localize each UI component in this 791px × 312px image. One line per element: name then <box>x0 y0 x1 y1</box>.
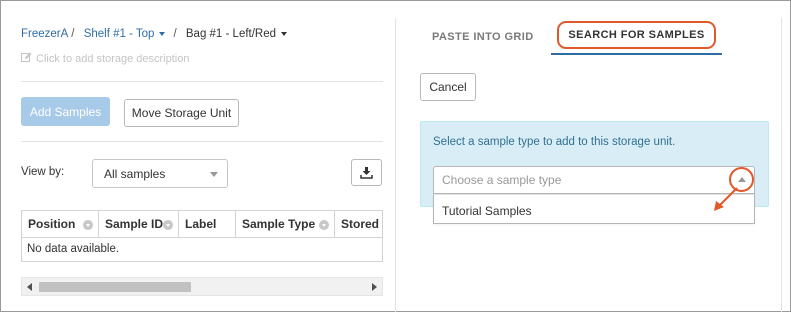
grid-header: Position Sample ID Label Sample Type Sto… <box>22 211 382 238</box>
breadcrumb-bag[interactable]: Bag #1 - Left/Red <box>185 28 288 40</box>
column-header-label: Stored Am <box>341 217 382 231</box>
breadcrumb-bag-label: Bag #1 - Left/Red <box>185 28 277 40</box>
column-header-label[interactable]: Label <box>179 211 236 237</box>
breadcrumb-shelf[interactable]: Shelf #1 - Top <box>84 28 166 40</box>
panel-border <box>781 18 782 312</box>
caret-down-icon <box>210 171 218 177</box>
sample-type-placeholder: Choose a sample type <box>442 173 562 187</box>
breadcrumb: FreezerA / Shelf #1 - Top / Bag #1 - Left/… <box>21 28 288 40</box>
scroll-right-icon[interactable] <box>372 283 377 291</box>
samples-grid: Position Sample ID Label Sample Type Sto… <box>21 210 383 262</box>
move-storage-unit-button[interactable]: Move Storage Unit <box>124 99 239 127</box>
horizontal-scrollbar[interactable] <box>21 277 383 296</box>
storage-description[interactable]: Click to add storage description <box>21 52 189 65</box>
pencil-square-icon <box>21 52 32 62</box>
grid-empty-message: No data available. <box>27 243 120 255</box>
column-header-label: Label <box>185 217 217 231</box>
column-header-sample-id[interactable]: Sample ID <box>99 211 179 237</box>
divider <box>21 141 383 142</box>
view-by-label: View by: <box>21 166 65 178</box>
download-icon <box>360 167 373 179</box>
sample-type-dropdown: Tutorial Samples <box>433 194 755 224</box>
view-by-select[interactable]: All samples <box>92 159 228 188</box>
breadcrumb-separator: / <box>173 28 177 40</box>
column-menu-icon[interactable] <box>83 220 93 230</box>
download-button[interactable] <box>351 159 382 186</box>
column-header-label: Sample ID <box>105 217 164 231</box>
column-header-label: Position <box>28 217 76 231</box>
scroll-left-icon[interactable] <box>27 283 32 291</box>
add-samples-button[interactable]: Add Samples <box>21 97 110 126</box>
chevron-down-icon <box>281 31 288 36</box>
tab-search-for-samples[interactable]: SEARCH FOR SAMPLES <box>551 18 722 55</box>
cancel-button[interactable]: Cancel <box>420 73 476 101</box>
scrollbar-thumb[interactable] <box>39 282 191 292</box>
column-header-sample-type[interactable]: Sample Type <box>236 211 335 237</box>
sample-type-select[interactable]: Choose a sample type <box>433 166 755 194</box>
storage-description-text: Click to add storage description <box>36 53 190 65</box>
chevron-down-icon <box>159 31 166 36</box>
active-tab-underline <box>551 53 722 55</box>
dropdown-option-tutorial-samples[interactable]: Tutorial Samples <box>442 204 532 218</box>
divider <box>21 81 383 82</box>
tab-paste-into-grid[interactable]: PASTE INTO GRID <box>432 31 534 43</box>
breadcrumb-separator: / <box>71 28 75 40</box>
column-menu-icon[interactable] <box>163 220 173 230</box>
column-header-label: Sample Type <box>242 217 316 231</box>
breadcrumb-shelf-label: Shelf #1 - Top <box>83 28 155 40</box>
tab-search-label: SEARCH FOR SAMPLES <box>557 21 716 49</box>
view-by-selected: All samples <box>104 166 166 181</box>
info-instruction: Select a sample type to add to this stor… <box>433 136 676 148</box>
caret-up-icon[interactable] <box>729 167 754 192</box>
column-menu-icon[interactable] <box>319 220 329 230</box>
breadcrumb-freezer[interactable]: FreezerA <box>21 28 68 40</box>
panel-divider <box>395 18 396 312</box>
column-header-stored-amount[interactable]: Stored Am <box>335 211 382 237</box>
column-header-position[interactable]: Position <box>22 211 99 237</box>
